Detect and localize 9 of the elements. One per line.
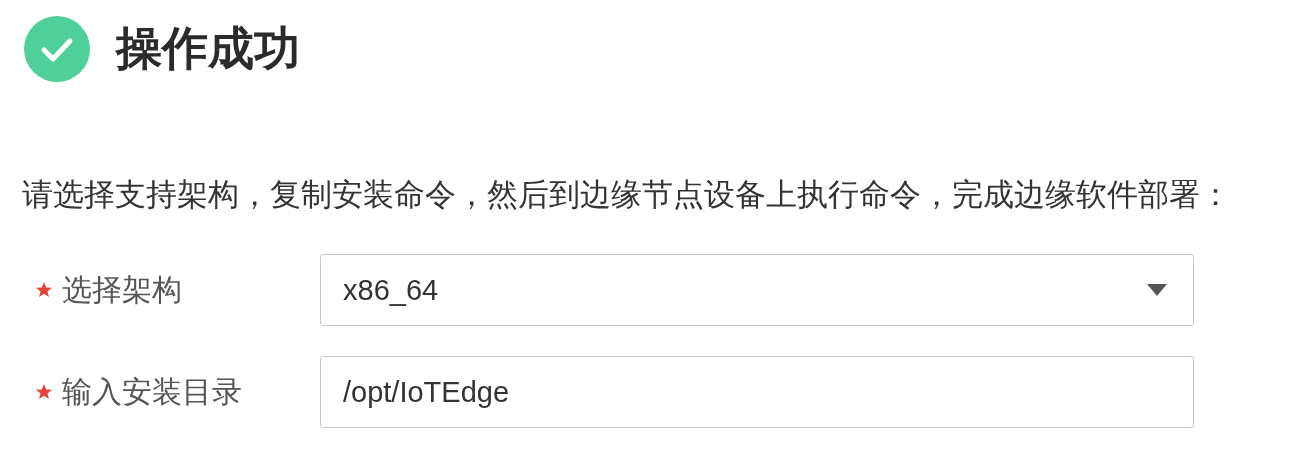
success-check-icon — [24, 16, 90, 82]
result-title: 操作成功 — [116, 21, 300, 76]
field-label: 选择架构 — [62, 271, 182, 308]
instruction-text: 请选择支持架构，复制安装命令，然后到边缘节点设备上执行命令，完成边缘软件部署： — [22, 176, 1232, 214]
input-field[interactable]: /opt/IoTEdge — [320, 356, 1194, 428]
field-label: 输入安装目录 — [62, 373, 242, 410]
caret-icon — [1147, 284, 1167, 296]
architecture-select[interactable]: x86_64 — [320, 254, 1194, 326]
select-value: x86_64 — [343, 273, 439, 307]
